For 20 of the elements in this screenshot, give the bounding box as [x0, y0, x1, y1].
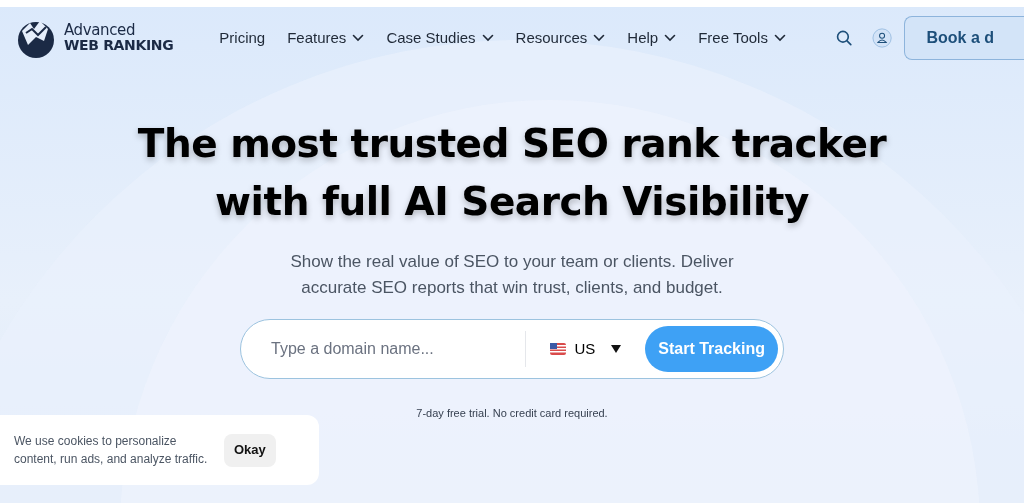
logo-text[interactable]: WEB RANKING [64, 38, 174, 53]
logo-text[interactable]: Advanced [64, 23, 174, 38]
nav-link[interactable]: Help [627, 26, 677, 50]
nav-link[interactable]: Case Studies [386, 26, 494, 50]
nav-link[interactable]: Features [287, 26, 365, 50]
cookie-text: We use cookies to personalize content, run ads, and analyze traffic. [14, 433, 209, 468]
caret-icon [611, 345, 622, 353]
book-demo-button[interactable]: Book a d [904, 16, 1024, 60]
okay-button[interactable]: Okay [224, 433, 276, 467]
nav-link[interactable]: Pricing [219, 26, 266, 50]
nav-link[interactable]: Resources [515, 26, 606, 50]
domain-input-field[interactable]: Type a domain name... [271, 337, 526, 361]
hero-title: The most trusted SEO rank tracker [137, 120, 887, 168]
trial-note: 7-day free trial. No credit card required. [416, 406, 608, 421]
hero-title: with full AI Search Visibility [215, 178, 809, 226]
country-select[interactable]: US [526, 337, 646, 361]
hero-subtitle: accurate SEO reports that win trust, clients, and budget. [301, 277, 723, 299]
nav-link[interactable]: Free Tools [698, 26, 786, 50]
hero-subtitle: Show the real value of SEO to your team or clients. Deliver [290, 251, 734, 273]
us-flag-icon [550, 343, 567, 355]
